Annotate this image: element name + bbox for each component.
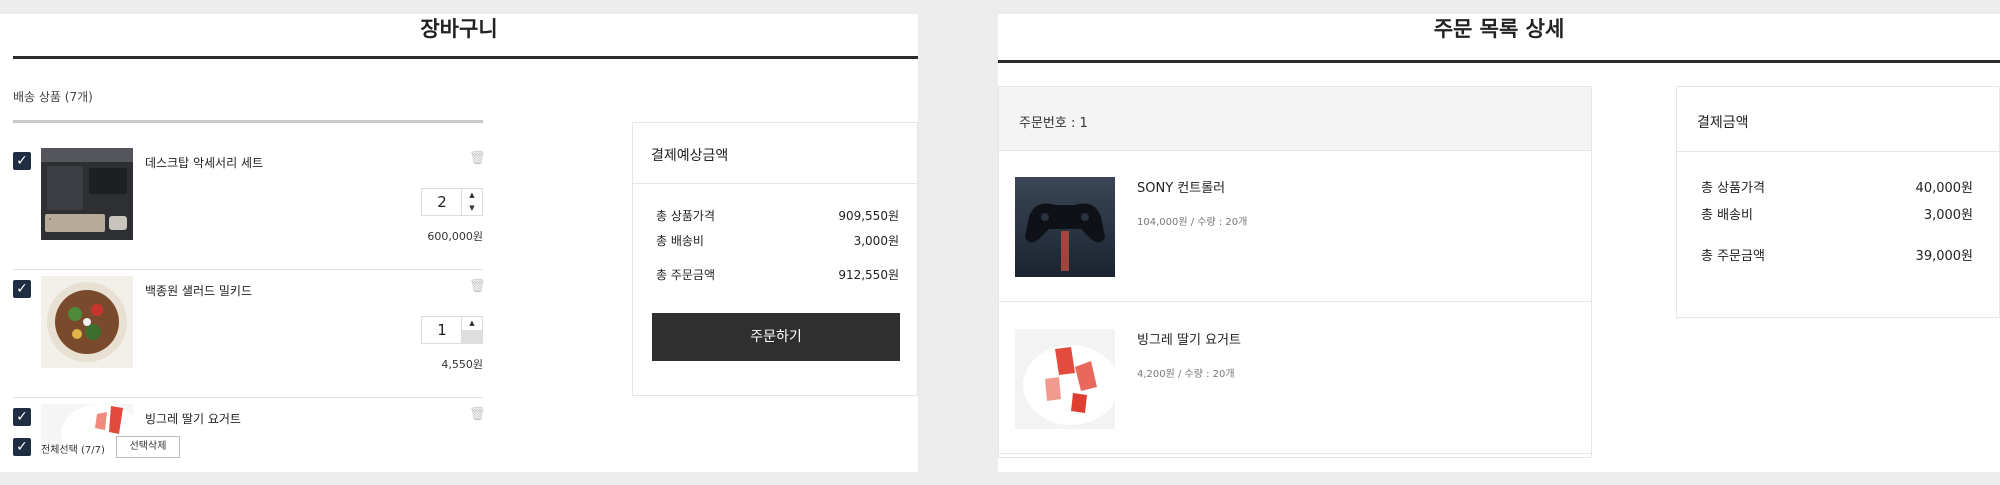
quantity-value[interactable]: 2 bbox=[422, 189, 462, 215]
item-name: SONY 컨트롤러 bbox=[1137, 181, 1226, 196]
item-checkbox[interactable]: ✓ bbox=[13, 280, 31, 298]
summary-title: 결제예상금액 bbox=[651, 148, 729, 164]
item-price-quantity: 4,200원 / 수량 : 20개 bbox=[1137, 369, 1235, 380]
product-total-row: 총 상품가격 40,000원 bbox=[1701, 177, 1973, 196]
cart-item: ✓ 백종원 샐러드 밀키드 🗑 1 ▲ ▼ 4,550원 bbox=[13, 270, 486, 398]
stepper-arrows: ▲ ▼ bbox=[461, 317, 482, 343]
delete-selected-button[interactable]: 선택삭제 bbox=[116, 436, 180, 458]
shipping-row: 총 배송비 3,000원 bbox=[656, 232, 899, 248]
order-number: 주문번호 : 1 bbox=[1019, 116, 1088, 131]
order-item: 빙그레 딸기 요거트 4,200원 / 수량 : 20개 bbox=[999, 303, 1591, 454]
chevron-down-icon[interactable]: ▼ bbox=[462, 330, 482, 343]
item-name: 백종원 샐러드 밀키드 bbox=[145, 284, 252, 298]
shipping-label: 총 배송비 bbox=[656, 234, 704, 248]
title-divider bbox=[13, 56, 918, 59]
product-thumbnail bbox=[41, 276, 133, 368]
cart-item: ✓ 데스크탑 악세서리 세트 🗑 2 ▲ ▼ 600,000원 bbox=[13, 142, 486, 270]
item-name: 빙그레 딸기 요거트 bbox=[145, 412, 241, 426]
product-total-label: 총 상품가격 bbox=[1701, 181, 1765, 196]
item-checkbox[interactable]: ✓ bbox=[13, 408, 31, 426]
order-detail-panel: 주문 목록 상세 주문번호 : 1 SONY 컨트롤러 104,000원 / 수… bbox=[998, 14, 2000, 472]
trash-icon[interactable]: 🗑 bbox=[469, 152, 486, 166]
order-total-row: 총 주문금액 912,550원 bbox=[656, 266, 899, 282]
order-total-label: 총 주문금액 bbox=[656, 268, 716, 282]
item-name: 빙그레 딸기 요거트 bbox=[1137, 333, 1241, 348]
order-detail-title: 주문 목록 상세 bbox=[1433, 17, 1565, 41]
order-list-header: 주문번호 : 1 bbox=[999, 87, 1591, 151]
cart-item: ✓ 빙그레 딸기 요거트 🗑 bbox=[13, 398, 483, 446]
order-button[interactable]: 주문하기 bbox=[652, 313, 900, 361]
order-total-row: 총 주문금액 39,000원 bbox=[1701, 245, 1973, 264]
cart-panel: 장바구니 배송 상품 (7개) ✓ 데스크탑 악세서리 세트 🗑 2 ▲ ▼ 6… bbox=[0, 14, 918, 472]
product-total-label: 총 상품가격 bbox=[656, 209, 716, 223]
summary-divider bbox=[633, 183, 917, 184]
item-price: 600,000원 bbox=[427, 230, 483, 243]
product-total-value: 909,550원 bbox=[838, 209, 899, 223]
order-total-value: 39,000원 bbox=[1915, 249, 1973, 264]
item-checkbox[interactable]: ✓ bbox=[13, 152, 31, 170]
select-all-checkbox[interactable]: ✓ bbox=[13, 438, 31, 456]
payment-divider bbox=[1677, 151, 1999, 152]
payment-amount-box: 결제금액 총 상품가격 40,000원 총 배송비 3,000원 총 주문금액 … bbox=[1676, 86, 2000, 318]
item-name: 데스크탑 악세서리 세트 bbox=[145, 156, 264, 170]
quantity-stepper[interactable]: 2 ▲ ▼ bbox=[421, 188, 483, 216]
quantity-value[interactable]: 1 bbox=[422, 317, 462, 343]
order-item: SONY 컨트롤러 104,000원 / 수량 : 20개 bbox=[999, 151, 1591, 302]
select-all-label[interactable]: 전체선택 (7/7) bbox=[41, 441, 105, 456]
payment-summary: 결제예상금액 총 상품가격 909,550원 총 배송비 3,000원 총 주문… bbox=[632, 122, 918, 396]
shipping-value: 3,000원 bbox=[853, 234, 899, 248]
chevron-down-icon[interactable]: ▼ bbox=[462, 202, 482, 215]
order-item-list: 주문번호 : 1 SONY 컨트롤러 104,000원 / 수량: 20개 빙… bbox=[998, 86, 1592, 458]
product-thumbnail bbox=[41, 148, 133, 240]
shipping-label: 총 배송비 bbox=[1701, 208, 1753, 223]
order-total-value: 912,550원 bbox=[838, 268, 899, 282]
chevron-up-icon[interactable]: ▲ bbox=[462, 189, 482, 202]
trash-icon[interactable]: 🗑 bbox=[469, 280, 486, 294]
payment-title: 결제금액 bbox=[1697, 115, 1749, 131]
item-price: 4,550원 bbox=[441, 358, 483, 371]
product-total-row: 총 상품가격 909,550원 bbox=[656, 207, 899, 223]
title-divider bbox=[998, 60, 2000, 63]
chevron-up-icon[interactable]: ▲ bbox=[462, 317, 482, 330]
shipping-items-label: 배송 상품 (7개) bbox=[13, 90, 93, 104]
list-divider bbox=[13, 120, 483, 123]
trash-icon[interactable]: 🗑 bbox=[469, 408, 483, 422]
product-thumbnail bbox=[1015, 329, 1115, 429]
cart-title: 장바구니 bbox=[420, 17, 498, 41]
shipping-row: 총 배송비 3,000원 bbox=[1701, 204, 1973, 223]
stepper-arrows: ▲ ▼ bbox=[461, 189, 482, 215]
shipping-value: 3,000원 bbox=[1923, 208, 1973, 223]
item-price-quantity: 104,000원 / 수량 : 20개 bbox=[1137, 217, 1248, 228]
quantity-stepper[interactable]: 1 ▲ ▼ bbox=[421, 316, 483, 344]
product-total-value: 40,000원 bbox=[1915, 181, 1973, 196]
order-total-label: 총 주문금액 bbox=[1701, 249, 1765, 264]
product-thumbnail bbox=[1015, 177, 1115, 277]
